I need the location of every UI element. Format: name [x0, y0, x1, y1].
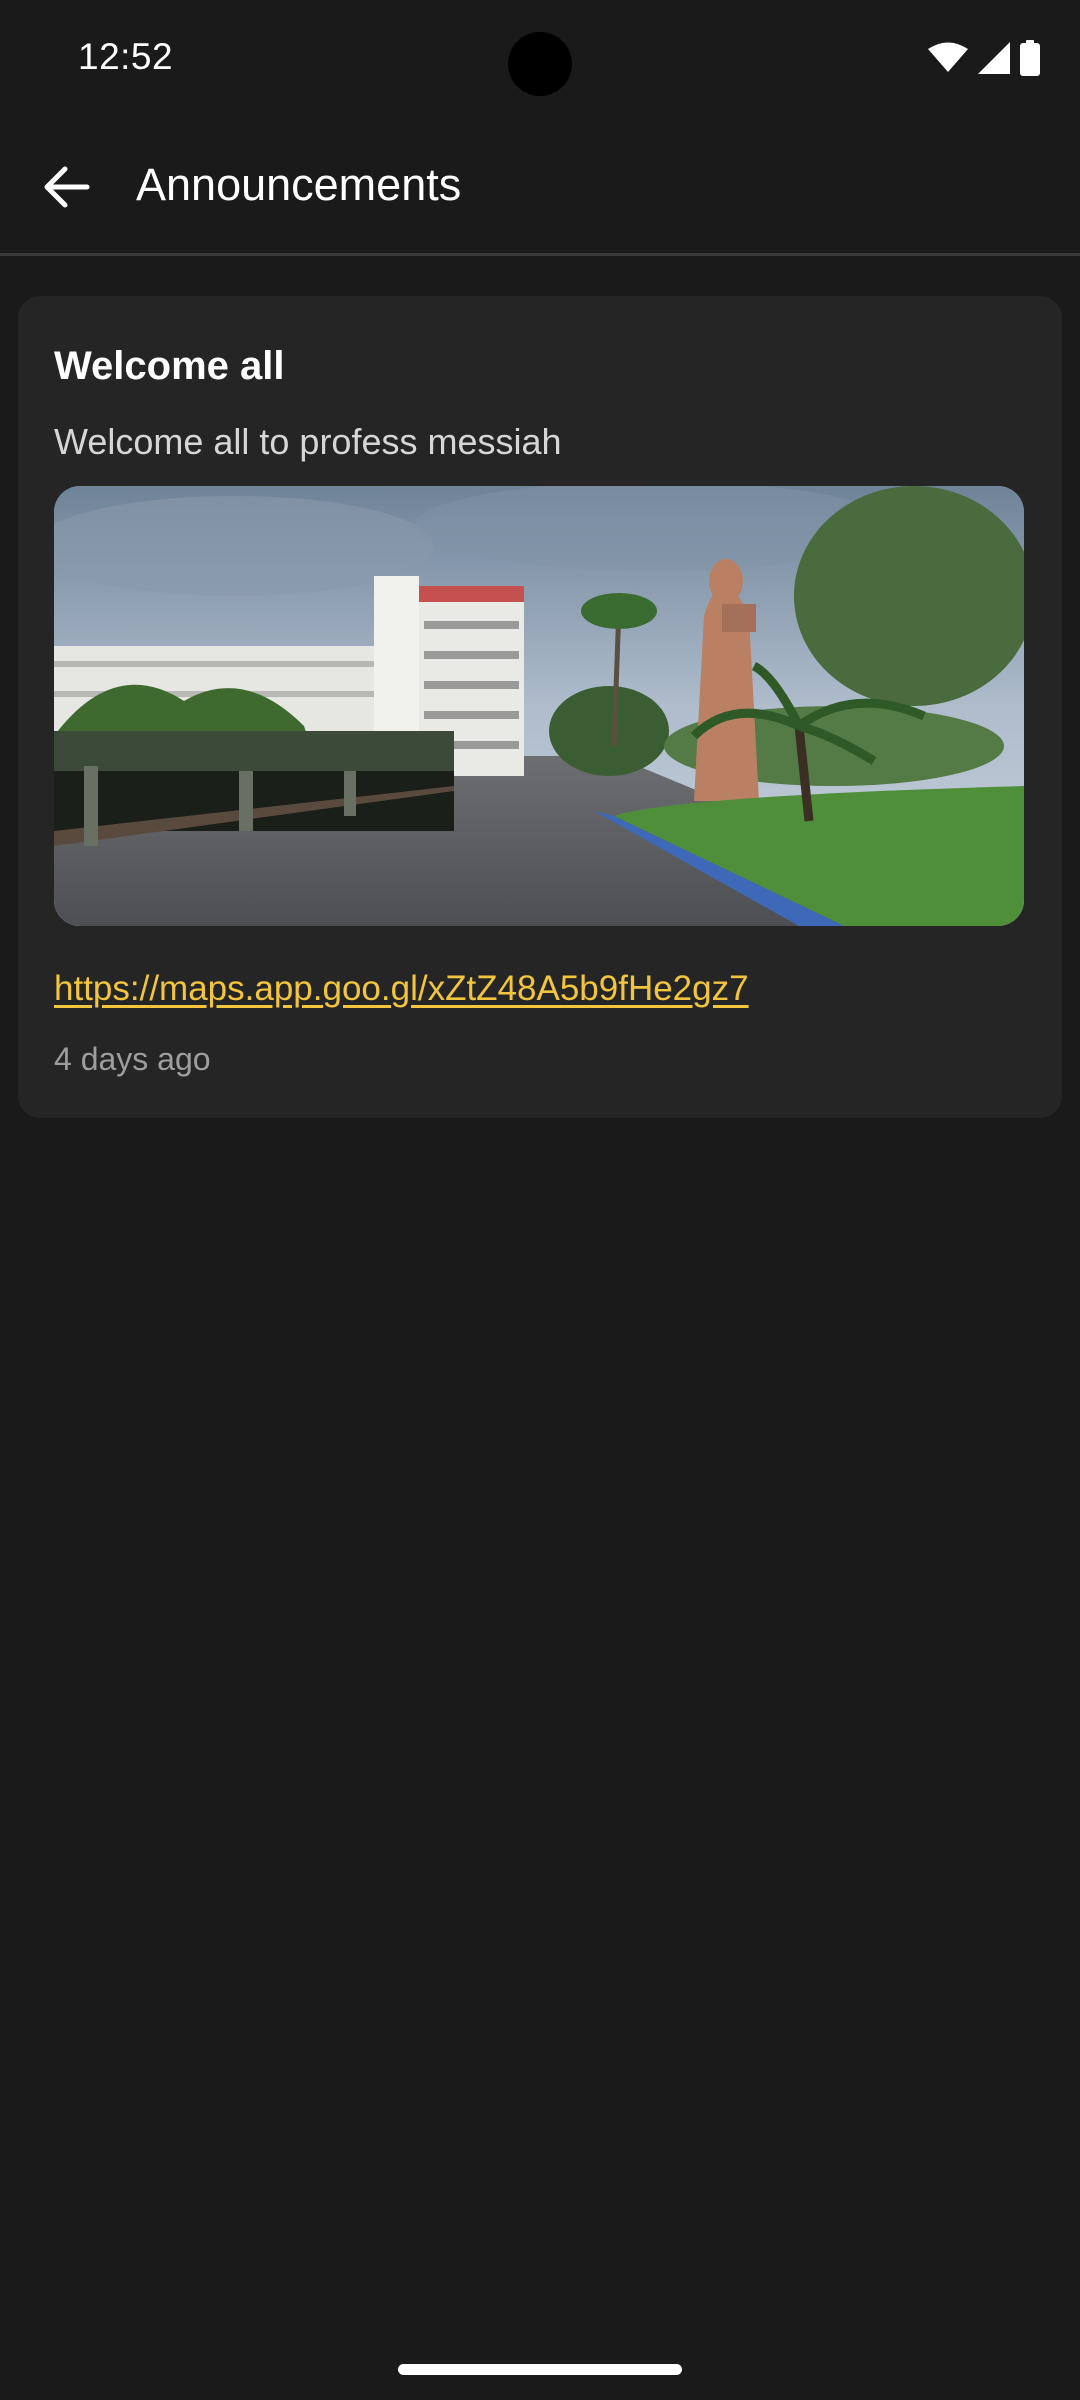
announcement-body: Welcome all to profess messiah	[54, 421, 562, 462]
announcement-card[interactable]: Welcome all Welcome all to profess messi…	[18, 296, 1062, 1118]
status-bar: 12:52	[0, 0, 1080, 116]
app-bar: Announcements	[0, 116, 1080, 256]
announcement-image[interactable]	[54, 486, 1024, 926]
gesture-nav-handle[interactable]	[398, 2364, 682, 2375]
announcement-time: 4 days ago	[54, 1041, 211, 1077]
announcement-link[interactable]: https://maps.app.goo.gl/xZtZ48A5b9fHe2gz…	[54, 969, 749, 1009]
camera-cutout	[508, 32, 572, 96]
cellular-signal-icon	[978, 42, 1010, 74]
page-title: Announcements	[136, 159, 462, 210]
announcement-title: Welcome all	[54, 344, 285, 388]
battery-icon	[1020, 40, 1040, 76]
arrow-left-icon	[43, 165, 91, 214]
back-button[interactable]	[28, 150, 106, 228]
status-icons	[928, 38, 1040, 78]
wifi-icon	[928, 42, 968, 74]
status-time: 12:52	[78, 36, 174, 77]
